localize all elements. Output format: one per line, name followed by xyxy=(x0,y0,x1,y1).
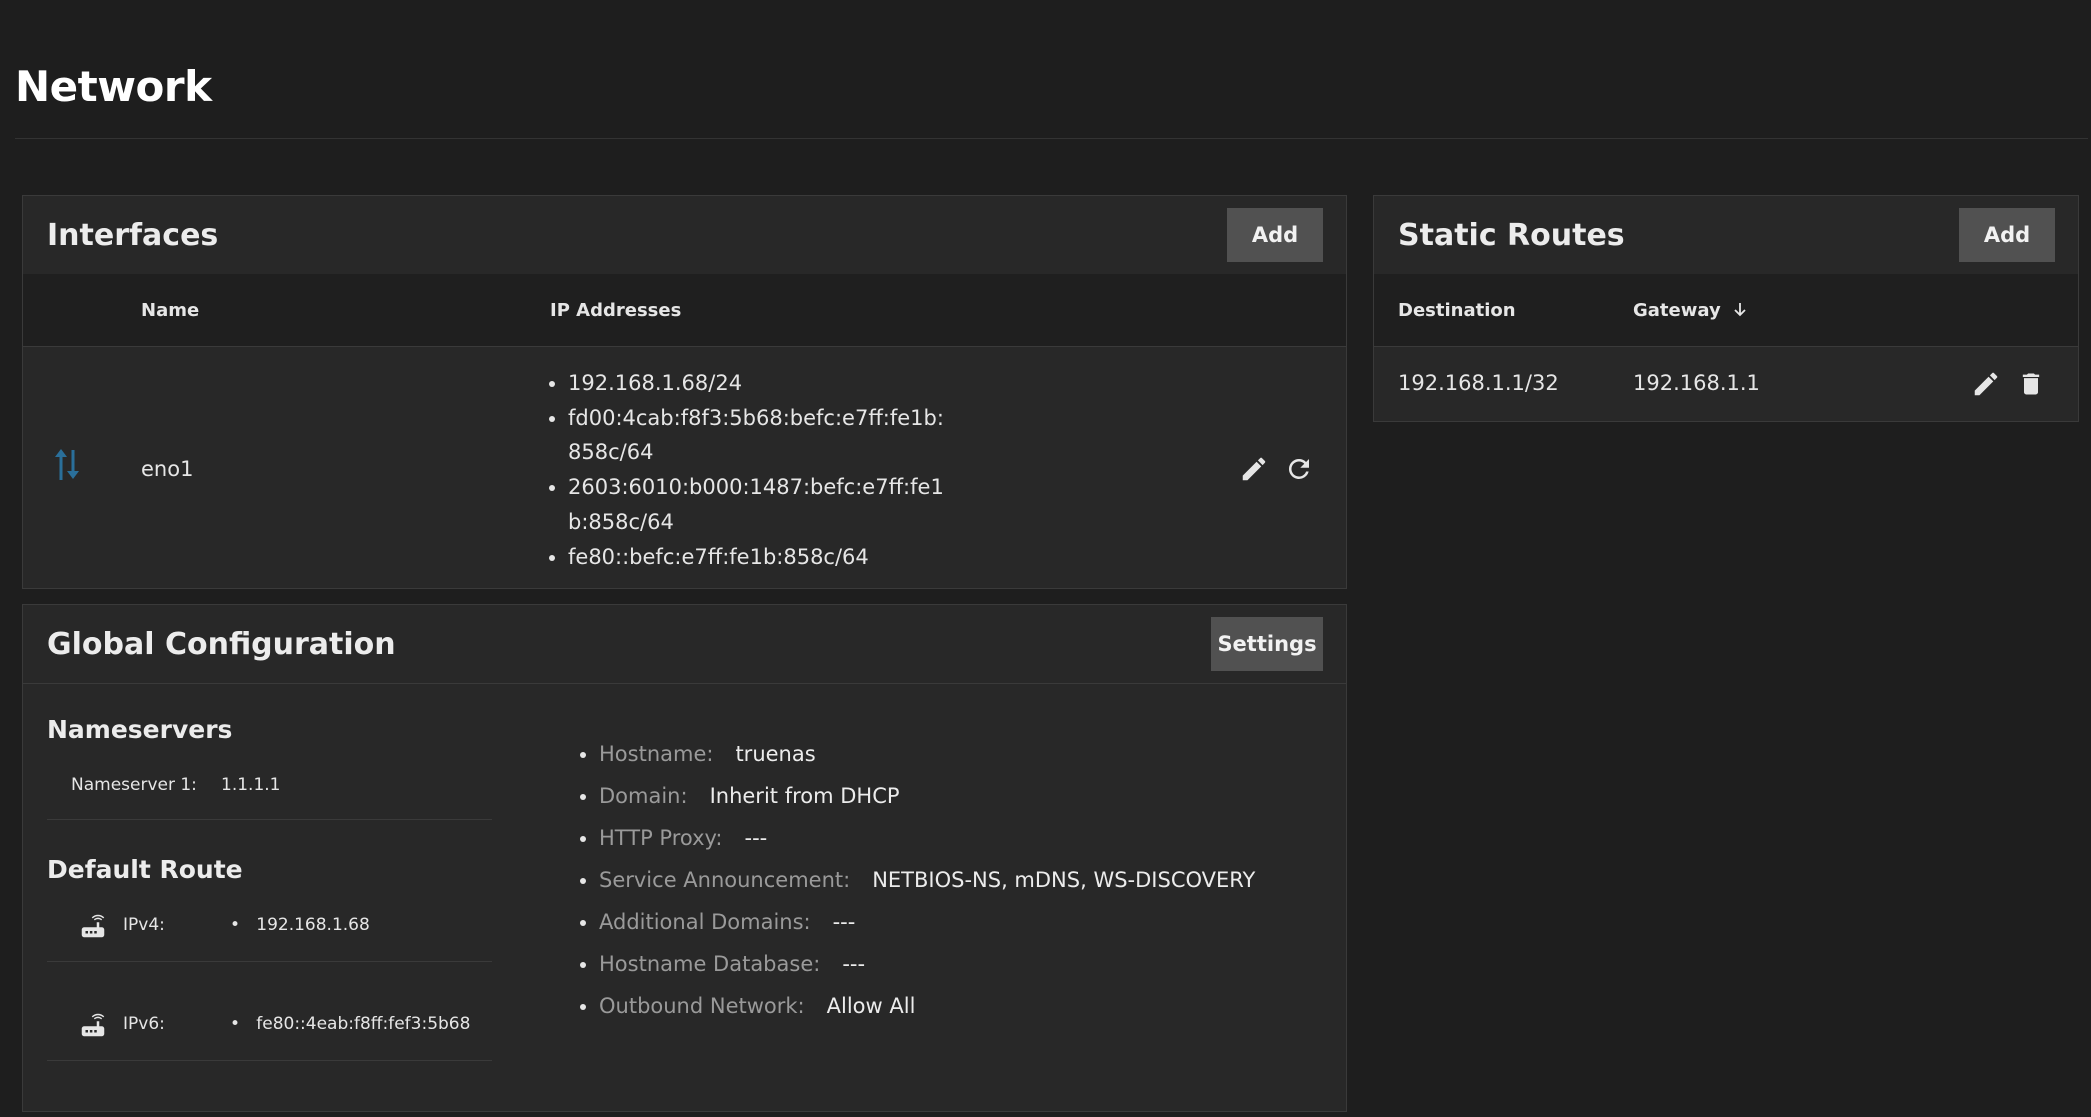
list-item: Service Announcement: NETBIOS-NS, mDNS, W… xyxy=(599,859,1255,901)
global-configuration-header: Global Configuration Settings xyxy=(23,605,1346,684)
column-header-destination[interactable]: Destination xyxy=(1398,300,1516,321)
divider xyxy=(47,1060,492,1061)
divider xyxy=(47,961,492,962)
nameservers-title: Nameservers xyxy=(47,715,233,744)
add-static-route-button[interactable]: Add xyxy=(1959,208,2055,262)
add-interface-button[interactable]: Add xyxy=(1227,208,1323,262)
route-destination: 192.168.1.1/32 xyxy=(1398,371,1559,395)
list-item: Domain: Inherit from DHCP xyxy=(599,775,1255,817)
additional-domains-value: --- xyxy=(832,910,856,934)
interfaces-title: Interfaces xyxy=(47,218,219,253)
ip-address-list: 192.168.1.68/24 fd00:4cab:f8f3:5b68:befc… xyxy=(548,366,948,574)
interfaces-card: Interfaces Add Name IP Addresses eno1 19… xyxy=(22,195,1347,589)
arrow-down-icon xyxy=(1733,301,1747,322)
global-configuration-card: Global Configuration Settings Nameserver… xyxy=(22,604,1347,1112)
domain-value: Inherit from DHCP xyxy=(709,784,900,808)
divider xyxy=(47,819,492,820)
static-routes-header: Static Routes Add xyxy=(1374,196,2078,275)
list-item: Additional Domains: --- xyxy=(599,901,1255,943)
column-header-ip-addresses[interactable]: IP Addresses xyxy=(550,300,681,321)
service-announcement-value: NETBIOS-NS, mDNS, WS-DISCOVERY xyxy=(872,868,1256,892)
list-item: • 192.168.1.68 xyxy=(230,915,370,935)
list-item: Hostname: truenas xyxy=(599,733,1255,775)
list-item: 192.168.1.68/24 xyxy=(568,366,948,401)
additional-domains-label: Additional Domains: xyxy=(599,910,811,934)
default-route-title: Default Route xyxy=(47,855,243,884)
column-header-gateway-label: Gateway xyxy=(1633,300,1721,321)
list-item: Outbound Network: Allow All xyxy=(599,985,1255,1027)
global-configuration-title: Global Configuration xyxy=(47,627,396,662)
http-proxy-label: HTTP Proxy: xyxy=(599,826,723,850)
edit-icon[interactable] xyxy=(1969,367,2003,401)
refresh-icon[interactable] xyxy=(1282,452,1316,486)
nameserver-1-value: 1.1.1.1 xyxy=(221,775,281,795)
router-icon xyxy=(78,911,108,945)
interface-name: eno1 xyxy=(141,457,194,481)
domain-label: Domain: xyxy=(599,784,688,808)
route-gateway: 192.168.1.1 xyxy=(1633,371,1760,395)
list-item: fd00:4cab:f8f3:5b68:befc:e7ff:fe1b:858c/… xyxy=(568,401,948,470)
delete-icon[interactable] xyxy=(2014,367,2048,401)
network-transfer-icon xyxy=(53,446,83,486)
ipv6-value: fe80::4eab:f8ff:fef3:5b68 xyxy=(256,1014,471,1034)
global-config-details: Hostname: truenas Domain: Inherit from DHC… xyxy=(576,733,1255,1027)
settings-button[interactable]: Settings xyxy=(1211,617,1323,671)
static-routes-card: Static Routes Add Destination Gateway 19… xyxy=(1373,195,2079,422)
list-item: Hostname Database: --- xyxy=(599,943,1255,985)
static-routes-table-header: Destination Gateway xyxy=(1374,274,2078,347)
hostname-database-label: Hostname Database: xyxy=(599,952,821,976)
ipv4-value: 192.168.1.68 xyxy=(256,915,370,935)
outbound-network-label: Outbound Network: xyxy=(599,994,805,1018)
list-item: HTTP Proxy: --- xyxy=(599,817,1255,859)
column-header-name[interactable]: Name xyxy=(141,300,199,321)
edit-icon[interactable] xyxy=(1237,452,1271,486)
title-divider xyxy=(15,138,2088,139)
list-item: 2603:6010:b000:1487:befc:e7ff:fe1b:858c/… xyxy=(568,470,948,539)
static-routes-title: Static Routes xyxy=(1398,218,1625,253)
nameserver-1-label: Nameserver 1: xyxy=(71,775,197,795)
hostname-label: Hostname: xyxy=(599,742,714,766)
interfaces-table-header: Name IP Addresses xyxy=(23,274,1346,347)
hostname-value: truenas xyxy=(735,742,816,766)
ipv6-label: IPv6: xyxy=(123,1014,165,1034)
column-header-gateway[interactable]: Gateway xyxy=(1633,300,1747,322)
list-item: fe80::befc:e7ff:fe1b:858c/64 xyxy=(568,540,948,575)
router-icon xyxy=(78,1010,108,1044)
service-announcement-label: Service Announcement: xyxy=(599,868,851,892)
list-item: • fe80::4eab:f8ff:fef3:5b68 xyxy=(230,1014,471,1034)
hostname-database-value: --- xyxy=(842,952,866,976)
page-title: Network xyxy=(15,62,212,111)
ipv4-label: IPv4: xyxy=(123,915,165,935)
outbound-network-value: Allow All xyxy=(826,994,916,1018)
interfaces-header: Interfaces Add xyxy=(23,196,1346,275)
http-proxy-value: --- xyxy=(744,826,768,850)
